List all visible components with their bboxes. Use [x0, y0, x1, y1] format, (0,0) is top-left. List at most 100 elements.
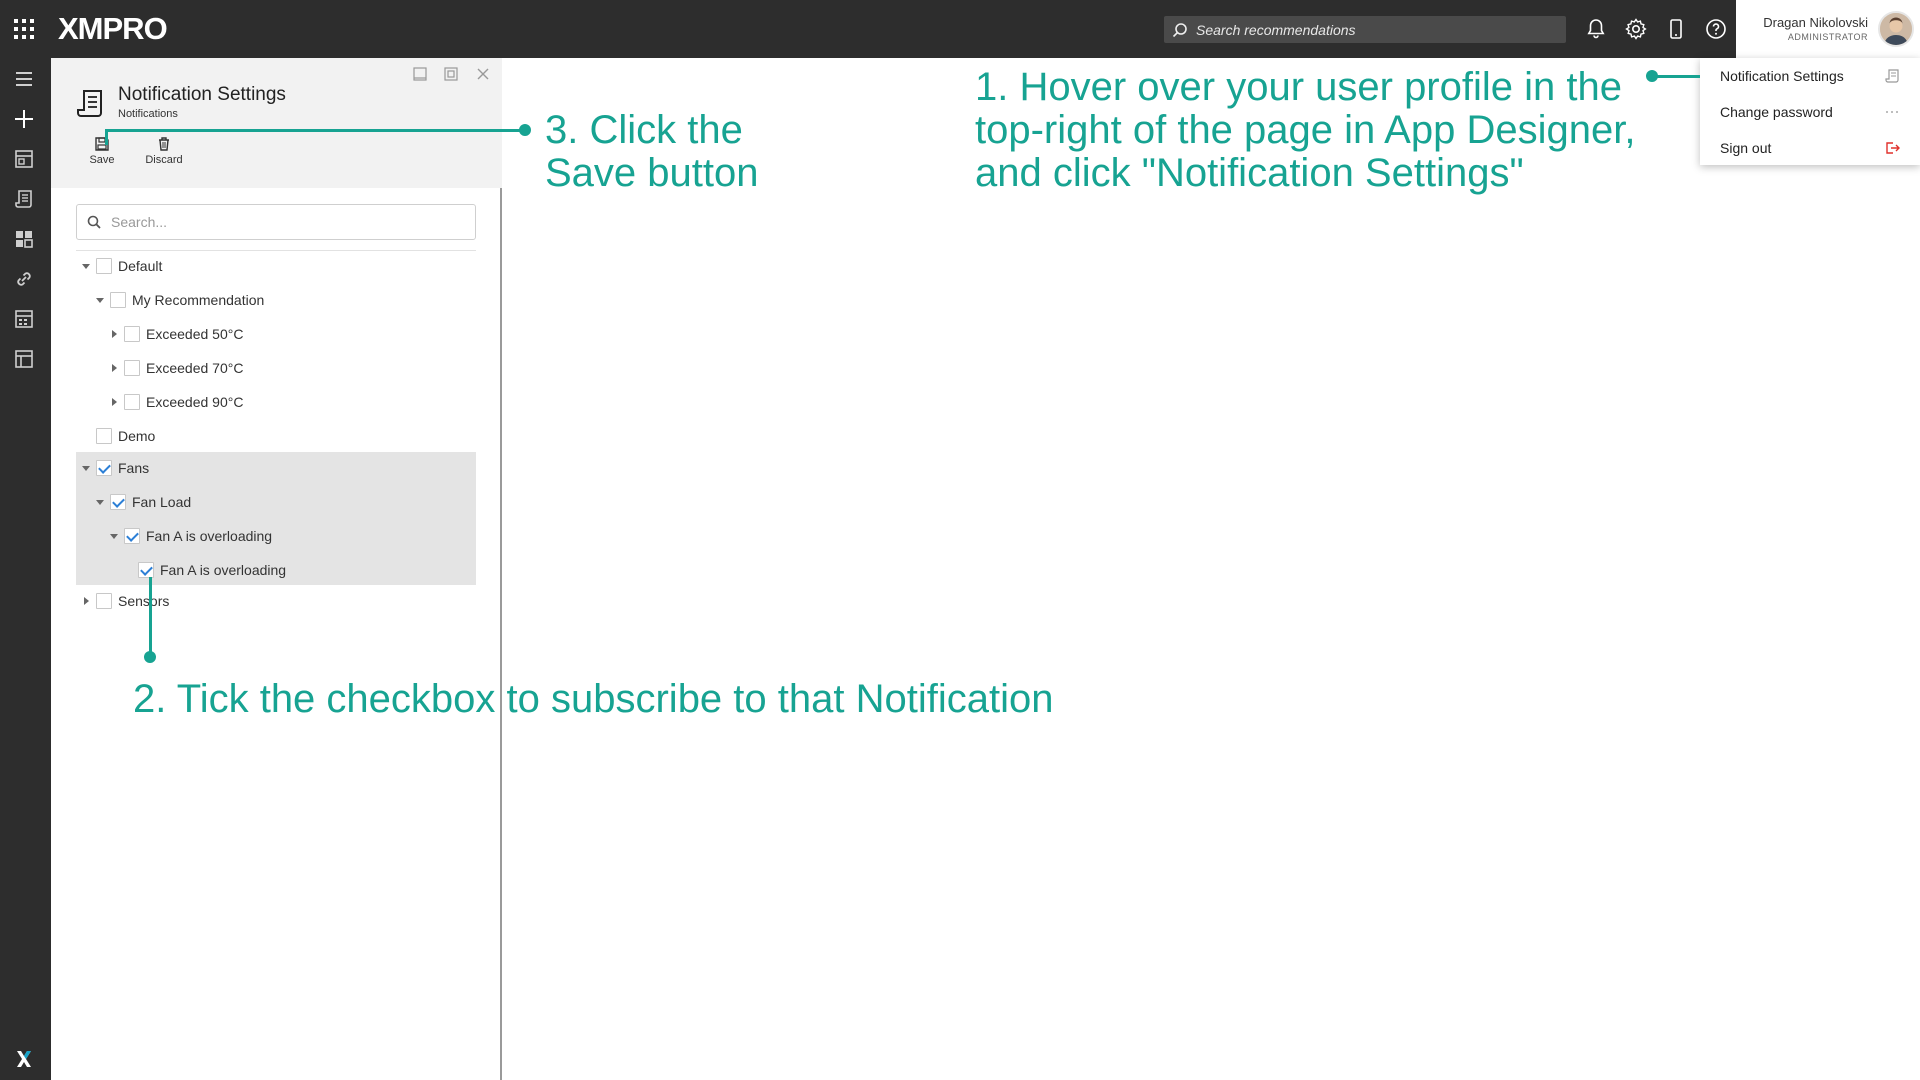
- annotation-step3-line2: Save button: [545, 151, 759, 195]
- checkbox[interactable]: [96, 258, 112, 274]
- checkbox[interactable]: [110, 292, 126, 308]
- checkbox[interactable]: [96, 428, 112, 444]
- tree-node-sensors[interactable]: Sensors: [80, 590, 169, 612]
- close-icon[interactable]: [475, 66, 491, 82]
- link-icon[interactable]: [13, 268, 35, 290]
- left-rail: [0, 58, 51, 1080]
- tree-node-demo[interactable]: Demo: [80, 425, 155, 447]
- tree-node-label: Fans: [118, 460, 150, 476]
- trash-icon: [159, 137, 169, 151]
- tree-node-exceeded-90[interactable]: Exceeded 90°C: [108, 391, 243, 413]
- discard-label: Discard: [145, 154, 183, 166]
- annotation-step1-line3: and click "Notification Settings": [975, 151, 1524, 195]
- chevron-right-icon[interactable]: [108, 396, 120, 408]
- chevron-right-icon[interactable]: [108, 328, 120, 340]
- checkbox[interactable]: [96, 593, 112, 609]
- tree-search-input[interactable]: Search...: [76, 204, 476, 240]
- avatar-image: [1880, 13, 1912, 45]
- tree-node-exceeded-70[interactable]: Exceeded 70°C: [108, 357, 243, 379]
- user-name: Dragan Nikolovski: [1763, 15, 1868, 30]
- tree-node-label: Fan A is overloading: [160, 562, 287, 578]
- chevron-right-icon[interactable]: [108, 362, 120, 374]
- checkbox-checked[interactable]: [96, 460, 112, 476]
- bell-icon[interactable]: [1584, 17, 1608, 41]
- chevron-down-icon[interactable]: [94, 294, 106, 306]
- checkbox-checked[interactable]: [124, 528, 140, 544]
- tree-node-label: Default: [118, 258, 163, 274]
- menu-item-notification-settings[interactable]: Notification Settings: [1720, 68, 1844, 84]
- calculator-icon[interactable]: [13, 308, 35, 330]
- tree-node-label: My Recommendation: [132, 292, 265, 308]
- user-menu-dropdown: Notification Settings Change password Si…: [1700, 58, 1920, 165]
- avatar[interactable]: [1878, 11, 1914, 47]
- save-label: Save: [89, 154, 115, 166]
- chevron-down-icon[interactable]: [108, 530, 120, 542]
- checkbox-checked[interactable]: [110, 494, 126, 510]
- tree-node-fan-a-overloading-group[interactable]: Fan A is overloading: [108, 525, 272, 547]
- tree-node-label: Sensors: [118, 593, 170, 609]
- annotation-dot: [144, 651, 156, 663]
- tree-node-label: Exceeded 70°C: [146, 360, 244, 376]
- checkbox[interactable]: [124, 360, 140, 376]
- tree-node-my-recommendation[interactable]: My Recommendation: [94, 289, 264, 311]
- search-placeholder: Search recommendations: [1196, 21, 1356, 38]
- search-icon: [1172, 22, 1187, 37]
- tree-node-default[interactable]: Default: [80, 255, 162, 277]
- help-icon[interactable]: [1704, 17, 1728, 41]
- tree-node-label: Exceeded 90°C: [146, 394, 244, 410]
- menu-item-label: Change password: [1720, 104, 1833, 120]
- chevron-right-icon[interactable]: [80, 595, 92, 607]
- dashboard-icon[interactable]: [13, 148, 35, 170]
- minimize-icon[interactable]: [412, 66, 428, 82]
- xmpro-x-icon[interactable]: [13, 1048, 35, 1070]
- tree-node-label: Fan A is overloading: [146, 528, 273, 544]
- tree-node-label: Demo: [118, 428, 156, 444]
- widgets-icon[interactable]: [13, 228, 35, 250]
- panel-header: Notification Settings Notifications Save…: [51, 58, 502, 188]
- chevron-down-icon[interactable]: [94, 496, 106, 508]
- recommendations-search[interactable]: Search recommendations: [1164, 16, 1566, 43]
- hamburger-menu-icon[interactable]: [13, 68, 35, 90]
- tree-node-exceeded-50[interactable]: Exceeded 50°C: [108, 323, 243, 345]
- ellipsis-icon: [1886, 111, 1898, 113]
- menu-item-sign-out[interactable]: Sign out: [1720, 140, 1771, 156]
- app-grid-icon[interactable]: [14, 19, 34, 39]
- annotation-step2: 2. Tick the checkbox to subscribe to tha…: [133, 677, 1054, 721]
- annotation-step1-line2: top-right of the page in App Designer,: [975, 108, 1636, 152]
- tree-node-fan-load[interactable]: Fan Load: [94, 491, 191, 513]
- annotation-dot: [519, 124, 531, 136]
- checkbox[interactable]: [124, 394, 140, 410]
- save-button[interactable]: Save: [87, 136, 117, 166]
- annotation-step1-line1: 1. Hover over your user profile in the: [975, 65, 1622, 109]
- notification-doc-icon[interactable]: [13, 188, 35, 210]
- tree-search-placeholder: Search...: [111, 214, 168, 230]
- annotation-connector: [149, 577, 152, 657]
- plus-icon[interactable]: [13, 108, 35, 130]
- maximize-icon[interactable]: [443, 66, 459, 82]
- annotation-connector: [1652, 75, 1700, 78]
- menu-item-change-password[interactable]: Change password: [1720, 104, 1833, 120]
- tree-node-label: Fan Load: [132, 494, 192, 510]
- checkbox-checked[interactable]: [138, 562, 154, 578]
- tree-node-label: Exceeded 50°C: [146, 326, 244, 342]
- chevron-down-icon[interactable]: [80, 260, 92, 272]
- tree-node-fans[interactable]: Fans: [80, 457, 149, 479]
- gear-icon[interactable]: [1624, 17, 1648, 41]
- checkbox[interactable]: [124, 326, 140, 342]
- divider: [76, 250, 476, 251]
- layout-icon[interactable]: [13, 348, 35, 370]
- notification-settings-panel: Notification Settings Notifications Save…: [51, 58, 502, 1080]
- menu-item-label: Sign out: [1720, 140, 1772, 156]
- tree-node-fan-a-overloading[interactable]: Fan A is overloading: [122, 559, 286, 581]
- sign-out-icon: [1886, 142, 1900, 154]
- notification-doc-icon: [77, 90, 102, 117]
- chevron-down-icon[interactable]: [80, 462, 92, 474]
- mobile-icon[interactable]: [1664, 17, 1688, 41]
- discard-button[interactable]: Discard: [141, 136, 187, 166]
- annotation-dot: [1646, 70, 1658, 82]
- xmpro-logo: XMPRO: [58, 11, 168, 46]
- panel-title: Notification Settings: [118, 84, 286, 105]
- user-profile[interactable]: Dragan Nikolovski ADMINISTRATOR: [1736, 0, 1920, 58]
- notification-doc-icon: [1885, 69, 1899, 83]
- annotation-connector: [105, 129, 525, 132]
